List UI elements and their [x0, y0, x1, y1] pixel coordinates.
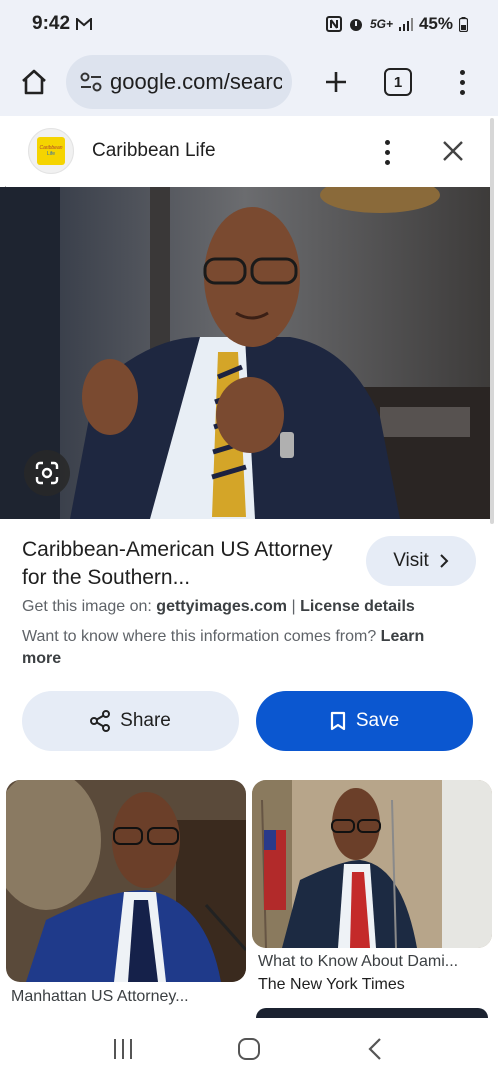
related-caption-1[interactable]: Manhattan US Attorney... — [11, 988, 243, 1006]
alarm-icon — [348, 16, 364, 32]
main-image[interactable] — [0, 187, 490, 519]
info-line: Want to know where this information come… — [22, 626, 462, 670]
home-nav-button[interactable] — [229, 1029, 269, 1069]
home-icon — [20, 68, 48, 96]
plus-icon — [324, 70, 348, 94]
site-name[interactable]: Caribbean Life — [92, 140, 216, 162]
tab-switcher-button[interactable]: 1 — [384, 68, 412, 96]
info-text: Want to know where this information come… — [22, 628, 377, 645]
url-bar[interactable]: google.com/search — [66, 55, 292, 109]
more-vert-icon[interactable] — [380, 140, 394, 165]
visit-button[interactable]: Visit — [366, 536, 476, 586]
new-tab-button[interactable] — [316, 62, 356, 102]
signal-icon — [398, 17, 413, 31]
related-image-1[interactable] — [6, 780, 246, 982]
save-button[interactable]: Save — [256, 691, 473, 751]
related-source-2: The New York Times — [258, 976, 405, 993]
lens-button[interactable] — [24, 450, 70, 496]
url-text: google.com/search — [110, 69, 282, 94]
result-title[interactable]: Caribbean-American US Attorney for the S… — [22, 536, 342, 592]
share-button[interactable]: Share — [22, 691, 239, 751]
status-bar: 9:42 5G+ 45% — [0, 0, 498, 48]
source-prefix: Get this image on: — [22, 598, 152, 615]
visit-label: Visit — [393, 550, 429, 571]
related-caption-2[interactable]: What to Know About Dami... — [258, 953, 486, 971]
close-button[interactable] — [438, 136, 468, 166]
nfc-icon — [325, 16, 342, 32]
system-nav-bar — [0, 1018, 498, 1080]
related-image-2[interactable] — [252, 780, 492, 948]
source-line: Get this image on: gettyimages.com | Lic… — [22, 598, 415, 616]
gmail-icon — [76, 17, 93, 31]
lens-icon — [34, 460, 60, 486]
bookmark-icon — [330, 711, 346, 731]
source-separator: | — [291, 598, 296, 615]
battery-icon — [459, 16, 468, 32]
scrollbar[interactable] — [490, 118, 494, 524]
related-image-3[interactable] — [256, 1008, 488, 1018]
back-icon — [368, 1037, 382, 1061]
chevron-right-icon — [439, 554, 449, 568]
home-nav-icon — [237, 1037, 261, 1061]
back-button[interactable] — [355, 1029, 395, 1069]
site-logo: Caribbean Life — [28, 128, 74, 174]
network-type: 5G+ — [369, 17, 393, 31]
share-icon — [90, 710, 111, 732]
save-label: Save — [355, 710, 400, 731]
license-details-link[interactable]: License details — [300, 598, 415, 615]
home-button[interactable] — [12, 60, 56, 104]
source-link[interactable]: gettyimages.com — [156, 598, 287, 615]
browser-toolbar: google.com/search 1 — [0, 48, 498, 116]
battery-percent: 45% — [418, 14, 453, 33]
recent-apps-button[interactable] — [103, 1029, 143, 1069]
more-vert-icon[interactable] — [452, 62, 472, 102]
share-label: Share — [120, 710, 171, 731]
tune-icon[interactable] — [80, 72, 102, 92]
panel-header: Caribbean Life Caribbean Life — [0, 116, 498, 186]
status-time: 9:42 — [32, 13, 71, 34]
close-icon — [442, 140, 464, 162]
recents-icon — [111, 1038, 135, 1060]
